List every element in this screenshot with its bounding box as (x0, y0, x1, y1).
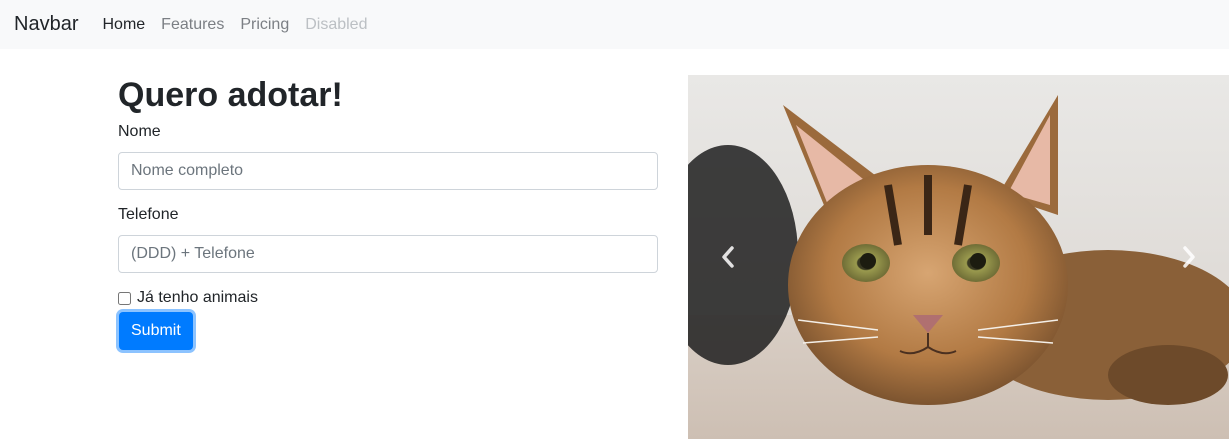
nav-link-features[interactable]: Features (161, 16, 224, 34)
adoption-form: Quero adotar! Nome Telefone Já tenho ani… (118, 76, 658, 351)
name-label: Nome (118, 123, 161, 141)
navbar-brand[interactable]: Navbar (14, 13, 78, 36)
has-animals-row: Já tenho animais (118, 289, 658, 307)
has-animals-label: Já tenho animais (137, 289, 258, 307)
chevron-left-icon (722, 246, 734, 268)
chevron-right-icon (1183, 246, 1195, 268)
name-input[interactable] (118, 152, 658, 191)
has-animals-checkbox[interactable] (118, 291, 131, 305)
image-carousel (688, 75, 1229, 439)
page-title: Quero adotar! (118, 76, 343, 114)
navbar: Navbar Home Features Pricing Disabled (0, 0, 1229, 49)
main-content: Quero adotar! Nome Telefone Já tenho ani… (0, 49, 1229, 439)
phone-input[interactable] (118, 235, 658, 274)
carousel-prev-button[interactable] (688, 75, 768, 439)
phone-group: Telefone (118, 206, 658, 274)
nav-link-home[interactable]: Home (102, 16, 145, 34)
nav-links: Home Features Pricing Disabled (102, 16, 367, 34)
submit-button[interactable]: Submit (119, 312, 193, 351)
phone-label: Telefone (118, 206, 179, 224)
nav-link-disabled: Disabled (305, 15, 368, 33)
nav-link-pricing[interactable]: Pricing (240, 16, 289, 34)
carousel-next-button[interactable] (1149, 75, 1229, 439)
name-group: Nome (118, 123, 658, 191)
cat-photo (688, 75, 1229, 439)
